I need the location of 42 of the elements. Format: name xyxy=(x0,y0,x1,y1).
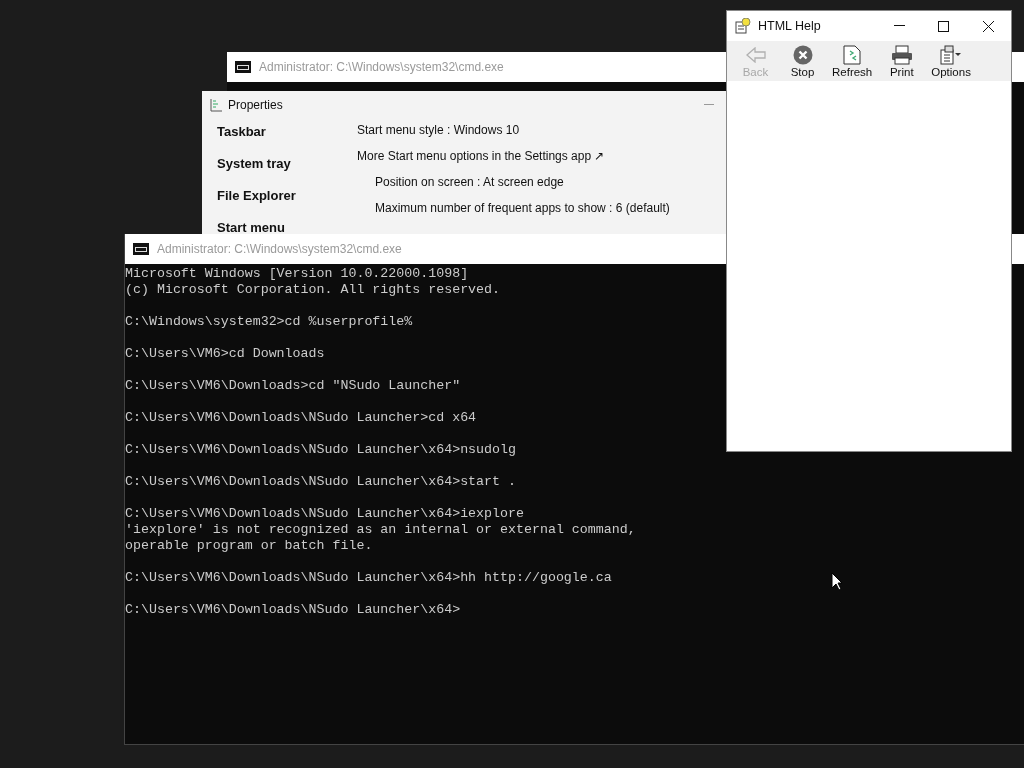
toolbar-button[interactable]: Stop xyxy=(780,44,825,79)
console-line: C:\Windows\system32>cd %userprofile% xyxy=(125,314,413,330)
console-line: C:\Users\VM6\Downloads\NSudo Launcher\x64>nsudolg xyxy=(125,442,516,458)
console-line: C:\Users\VM6\Downloads\NSudo Launcher\x64>iexplore xyxy=(125,506,524,522)
properties-icon xyxy=(210,97,223,112)
console-line: C:\Users\VM6\Downloads>cd "NSudo Launcher" xyxy=(125,378,461,394)
window-title: Properties xyxy=(228,96,283,114)
toolbar-button[interactable]: Options xyxy=(926,44,976,79)
options-icon xyxy=(940,45,963,65)
close-icon[interactable] xyxy=(983,20,994,32)
console-line: C:\Users\VM6>cd Downloads xyxy=(125,346,325,362)
console-icon xyxy=(133,243,149,255)
console-line: Microsoft Windows [Version 10.0.22000.1098] xyxy=(125,266,469,282)
window-title: Administrator: C:\Windows\system32\cmd.exe xyxy=(259,59,504,76)
printer-icon xyxy=(890,45,913,65)
window-title: HTML Help xyxy=(758,17,821,35)
setting-text: Maximum number of frequent apps to show : 6 (default) xyxy=(374,200,670,217)
stop-icon xyxy=(792,45,813,65)
toolbar-button[interactable]: Refresh xyxy=(827,44,878,79)
refresh-icon xyxy=(843,45,862,65)
minimize-icon[interactable] xyxy=(894,25,905,27)
console-line: C:\Users\VM6\Downloads\NSudo Launcher\x64> xyxy=(125,602,461,618)
toolbar-button[interactable]: Print xyxy=(879,44,925,79)
category-item[interactable]: Start menu xyxy=(217,218,357,234)
category-item[interactable]: Taskbar xyxy=(217,122,357,141)
maximize-icon[interactable] xyxy=(938,20,949,32)
console-line: C:\Users\VM6\Downloads\NSudo Launcher>cd x64 xyxy=(125,410,477,426)
console-line: C:\Users\VM6\Downloads\NSudo Launcher\x64>start . xyxy=(125,474,516,490)
console-line: C:\Users\VM6\Downloads\NSudo Launcher\x64>hh http://google.ca xyxy=(125,570,612,586)
help-icon xyxy=(735,18,751,34)
category-item[interactable]: File Explorer xyxy=(217,186,357,205)
setting-text: Start menu style : Windows 10 xyxy=(357,122,521,139)
category-item[interactable]: System tray xyxy=(217,154,357,173)
settings-link[interactable]: More Start menu options in the Settings app ↗ xyxy=(357,148,670,165)
console-line: (c) Microsoft Corporation. All rights reserved. xyxy=(125,282,501,298)
back-arrow-icon xyxy=(745,47,766,63)
console-icon xyxy=(235,61,251,73)
setting-text: Position on screen : At screen edge xyxy=(374,174,565,191)
mouse-cursor-icon xyxy=(831,572,843,591)
console-line: 'iexplore' is not recognized as an internal or external command, xyxy=(125,522,636,538)
window-title: Administrator: C:\Windows\system32\cmd.exe xyxy=(157,241,402,258)
console-line: operable program or batch file. xyxy=(125,538,373,554)
